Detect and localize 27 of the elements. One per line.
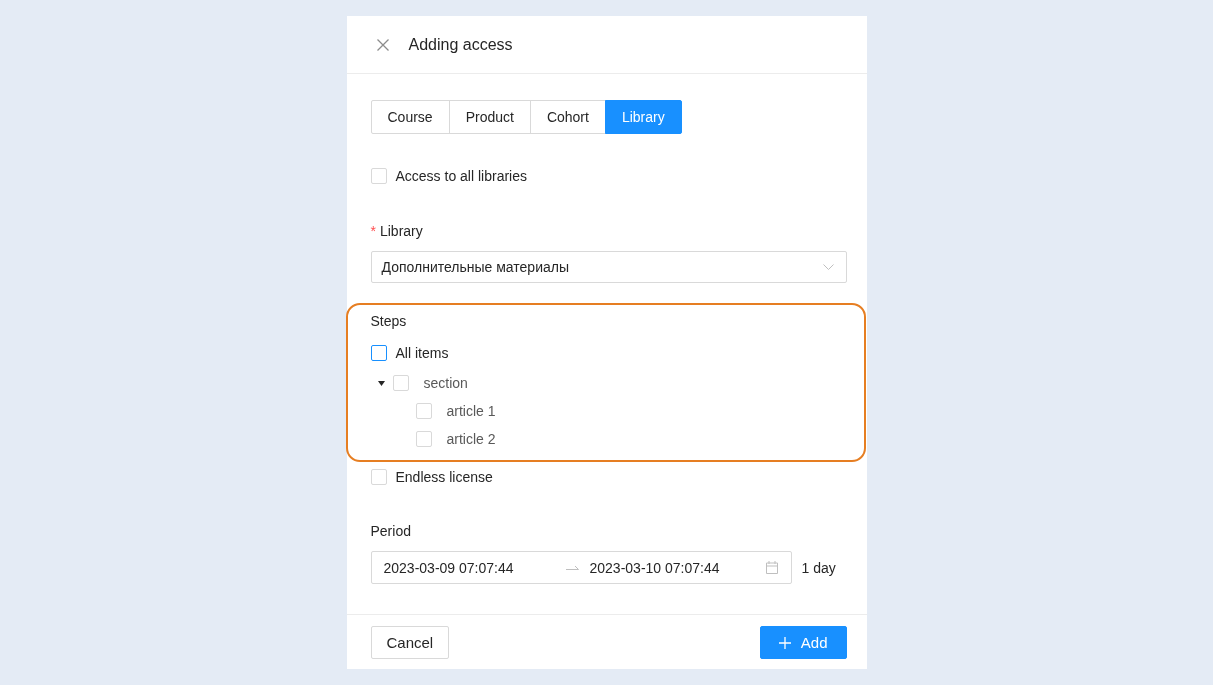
- tab[interactable]: Cohort: [529, 100, 606, 134]
- tab[interactable]: Product: [448, 100, 531, 134]
- checkbox-label[interactable]: Access to all libraries: [395, 165, 527, 187]
- field-label: Library: [379, 222, 423, 241]
- checkbox-label[interactable]: Endless license: [395, 466, 493, 488]
- tab[interactable]: Course: [370, 100, 450, 134]
- duration-text: 1 day: [801, 559, 836, 576]
- chevron-down-icon: [822, 264, 834, 270]
- tree-item-label[interactable]: section: [416, 371, 475, 395]
- field-label: Period: [370, 522, 411, 541]
- plus-icon: [778, 636, 791, 649]
- checkbox[interactable]: [370, 345, 387, 361]
- start-date-input[interactable]: 2023-03-09 07:07:44: [383, 559, 532, 576]
- cancel-button[interactable]: Cancel: [370, 626, 450, 659]
- checkbox-label[interactable]: All items: [395, 342, 449, 364]
- required-mark: *: [370, 222, 376, 241]
- field-label: Steps: [370, 312, 407, 331]
- close-button[interactable]: [376, 38, 389, 51]
- library-select[interactable]: Дополнительные материалы: [370, 251, 847, 283]
- dialog-title: Adding access: [408, 35, 513, 54]
- tree-item-label[interactable]: article 2: [439, 427, 503, 451]
- caret-icon[interactable]: [378, 380, 385, 386]
- date-range-picker[interactable]: 2023-03-09 07:07:44 2023-03-10 07:07:44: [370, 551, 792, 584]
- end-date-input[interactable]: 2023-03-10 07:07:44: [589, 559, 738, 576]
- tree-item-label[interactable]: article 1: [439, 399, 503, 423]
- calendar-icon[interactable]: [765, 561, 778, 574]
- close-icon: [376, 38, 389, 51]
